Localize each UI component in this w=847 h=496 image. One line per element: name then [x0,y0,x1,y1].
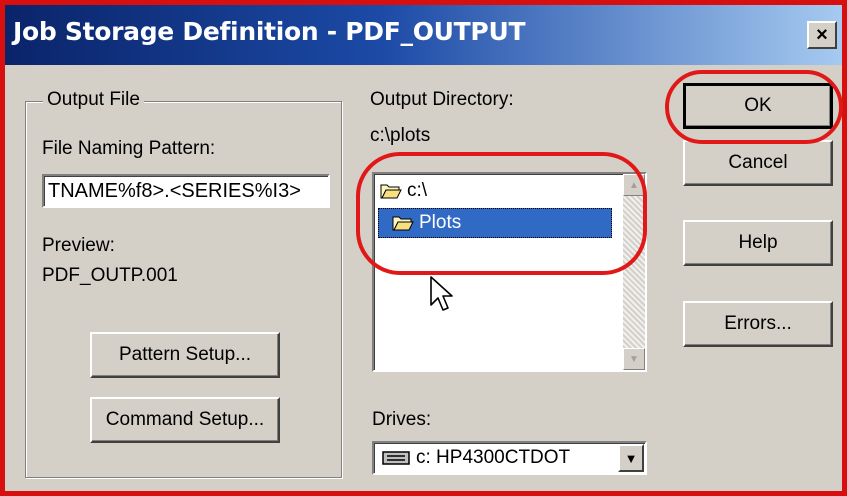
open-folder-icon [392,216,414,231]
title-bar[interactable]: Job Storage Definition - PDF_OUTPUT × [5,5,842,65]
file-naming-pattern-label: File Naming Pattern: [42,138,216,159]
pattern-setup-button[interactable]: Pattern Setup... [90,332,280,378]
chevron-down-icon[interactable]: ▼ [618,444,644,472]
command-setup-button[interactable]: Command Setup... [90,397,280,443]
output-file-legend: Output File [43,89,144,111]
output-directory-label: Output Directory: [370,89,514,110]
open-folder-icon [380,184,402,199]
preview-label: Preview: [42,235,115,256]
dialog-window: Job Storage Definition - PDF_OUTPUT × Ou… [0,0,847,496]
current-path: c:\plots [370,125,431,146]
window-title: Job Storage Definition - PDF_OUTPUT [13,17,526,46]
preview-value: PDF_OUTP.001 [42,265,178,286]
directory-listbox[interactable]: c:\ Plots ▲ ▼ [372,172,647,372]
cancel-button[interactable]: Cancel [683,140,833,186]
close-button[interactable]: × [807,21,837,49]
directory-item-root[interactable]: c:\ [380,176,427,206]
directory-item-plots[interactable]: Plots [378,208,612,238]
close-icon: × [816,23,828,46]
file-naming-pattern-input[interactable]: TNAME%f8>.<SERIES%I3> [42,174,330,208]
mouse-cursor-icon [430,276,453,311]
drives-label: Drives: [372,409,432,430]
directory-item-label: c:\ [407,180,428,201]
scroll-down-arrow-icon[interactable]: ▼ [623,348,645,370]
drives-select[interactable]: c: HP4300CTDOT ▼ [372,441,647,475]
ok-button[interactable]: OK [683,83,833,129]
drives-value: c: HP4300CTDOT [416,447,571,468]
help-button[interactable]: Help [683,220,833,266]
drive-icon [382,451,410,465]
errors-button[interactable]: Errors... [683,301,833,347]
directory-scrollbar[interactable]: ▲ ▼ [623,174,645,370]
directory-item-label: Plots [419,212,462,233]
scroll-up-arrow-icon[interactable]: ▲ [623,174,645,196]
